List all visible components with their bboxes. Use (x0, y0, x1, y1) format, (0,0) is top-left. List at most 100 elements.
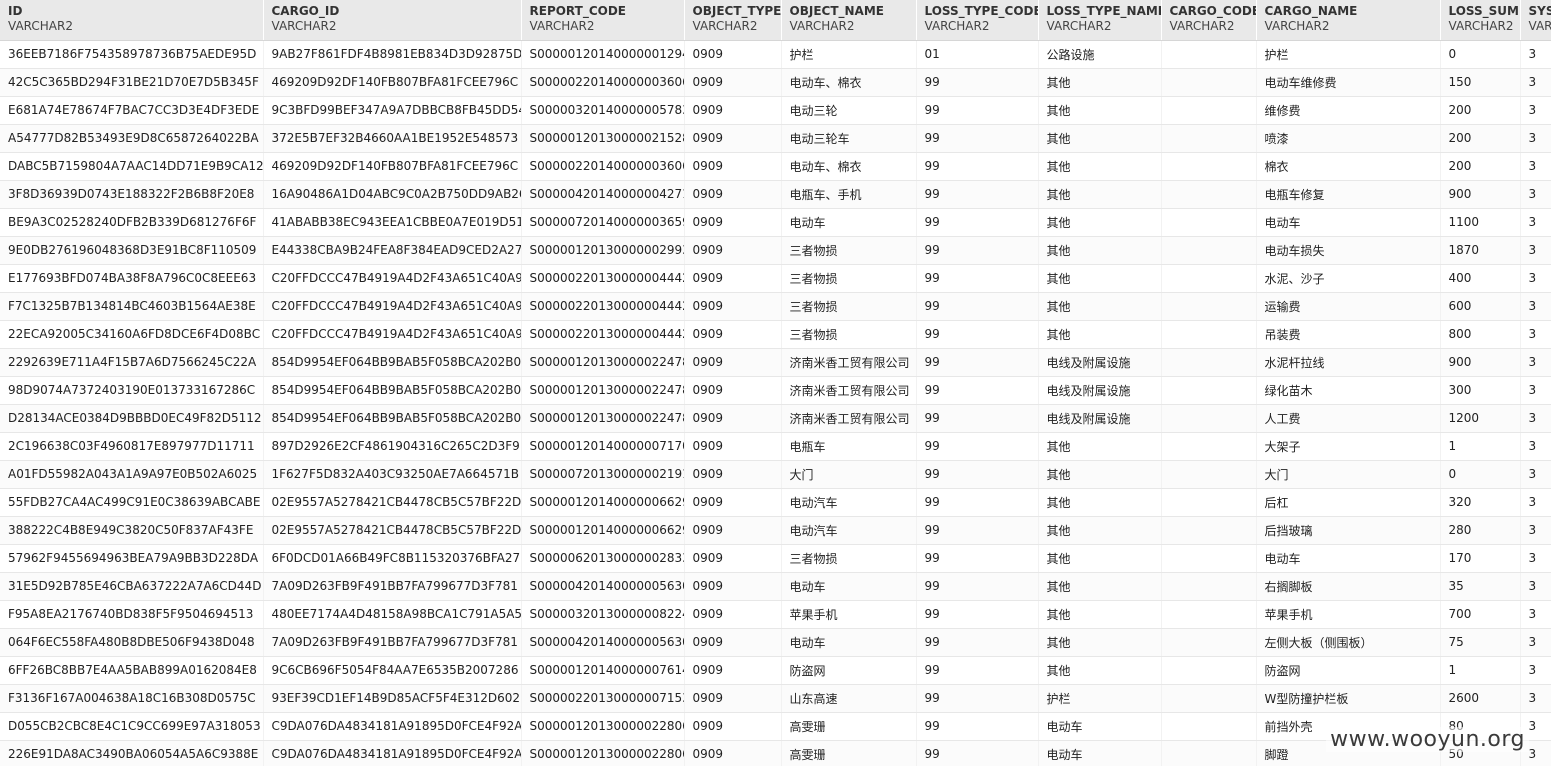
table-cell[interactable]: 854D9954EF064BB9BAB5F058BCA202B0 (263, 404, 522, 433)
table-cell[interactable]: 电动三轮车 (781, 124, 917, 153)
table-cell[interactable]: 其他 (1038, 460, 1162, 489)
table-cell[interactable]: F95A8EA2176740BD838F5F9504694513 (0, 600, 264, 629)
table-cell[interactable]: S00000220140000003606 (521, 152, 685, 181)
table-cell[interactable]: 济南米香工贸有限公司 (781, 376, 917, 405)
table-cell[interactable]: 山东高速 (781, 684, 917, 713)
table-cell[interactable]: 0909 (684, 460, 782, 489)
table-cell[interactable]: S00000120140000006629 (521, 516, 685, 545)
table-cell[interactable]: 电动车 (781, 572, 917, 601)
table-cell[interactable]: 三者物损 (781, 320, 917, 349)
table-cell[interactable]: S00000320130000008224 (521, 600, 685, 629)
table-cell[interactable] (1161, 712, 1257, 741)
table-cell[interactable]: 3 (1520, 124, 1551, 153)
table-cell[interactable]: 3 (1520, 68, 1551, 97)
table-cell[interactable]: S00000220130000004442 (521, 320, 685, 349)
table-cell[interactable]: 绿化苗木 (1256, 376, 1441, 405)
table-cell[interactable]: S00000120130000002993 (521, 236, 685, 265)
table-cell[interactable]: 0909 (684, 628, 782, 657)
table-cell[interactable]: 3 (1520, 264, 1551, 293)
table-cell[interactable] (1161, 348, 1257, 377)
table-cell[interactable]: 200 (1440, 124, 1521, 153)
table-cell[interactable]: 电瓶车修复 (1256, 180, 1441, 209)
table-cell[interactable]: 9E0DB276196048368D3E91BC8F110509 (0, 236, 264, 265)
table-cell[interactable]: 854D9954EF064BB9BAB5F058BCA202B0 (263, 376, 522, 405)
table-cell[interactable]: C9DA076DA4834181A91895D0FCE4F92A (263, 712, 522, 741)
table-cell[interactable]: 2600 (1440, 684, 1521, 713)
table-cell[interactable] (1161, 656, 1257, 685)
table-cell[interactable]: 3 (1520, 600, 1551, 629)
table-cell[interactable]: S00000320140000005783 (521, 96, 685, 125)
table-cell[interactable]: 其他 (1038, 96, 1162, 125)
table-cell[interactable]: 99 (916, 404, 1039, 433)
table-cell[interactable]: 0909 (684, 264, 782, 293)
column-header[interactable]: LOSS_TYPE_NAME VARCHAR2 (1038, 0, 1162, 41)
table-cell[interactable]: 防盗网 (1256, 656, 1441, 685)
table-cell[interactable]: BE9A3C02528240DFB2B339D681276F6F (0, 208, 264, 237)
table-cell[interactable]: S00000120130000022478 (521, 376, 685, 405)
table-cell[interactable]: 99 (916, 684, 1039, 713)
table-cell[interactable]: 9C6CB696F5054F84AA7E6535B2007286 (263, 656, 522, 685)
table-cell[interactable]: 右搁脚板 (1256, 572, 1441, 601)
table-cell[interactable]: 0909 (684, 40, 782, 69)
table-cell[interactable]: S00000120130000022806 (521, 740, 685, 766)
table-cell[interactable]: 其他 (1038, 208, 1162, 237)
table-cell[interactable]: 0909 (684, 544, 782, 573)
table-cell[interactable]: C9DA076DA4834181A91895D0FCE4F92A (263, 740, 522, 766)
table-cell[interactable]: 其他 (1038, 124, 1162, 153)
table-cell[interactable]: 其他 (1038, 628, 1162, 657)
table-cell[interactable]: 9AB27F861FDF4B8981EB834D3D92875D (263, 40, 522, 69)
table-cell[interactable]: 480EE7174A4D48158A98BCA1C791A5A5 (263, 600, 522, 629)
table-cell[interactable]: 35 (1440, 572, 1521, 601)
table-cell[interactable] (1161, 152, 1257, 181)
table-cell[interactable]: S00000620130000002833 (521, 544, 685, 573)
table-cell[interactable]: S00000420140000005630 (521, 628, 685, 657)
table-cell[interactable]: 3 (1520, 96, 1551, 125)
table-cell[interactable] (1161, 516, 1257, 545)
table-cell[interactable]: S00000120140000007170 (521, 432, 685, 461)
table-cell[interactable]: 99 (916, 628, 1039, 657)
table-cell[interactable]: S00000220130000007153 (521, 684, 685, 713)
table-cell[interactable]: S00000120140000001294 (521, 40, 685, 69)
table-cell[interactable]: 0 (1440, 40, 1521, 69)
table-cell[interactable]: 200 (1440, 96, 1521, 125)
table-cell[interactable]: 电动车、棉衣 (781, 68, 917, 97)
table-row[interactable]: 55FDB27CA4AC499C91E0C38639ABCABE 02E9557A… (0, 488, 1551, 517)
table-cell[interactable]: 电线及附属设施 (1038, 376, 1162, 405)
table-cell[interactable] (1161, 208, 1257, 237)
table-cell[interactable] (1161, 264, 1257, 293)
table-cell[interactable]: 其他 (1038, 152, 1162, 181)
table-cell[interactable]: 75 (1440, 628, 1521, 657)
column-header[interactable]: LOSS_TYPE_CODE VARCHAR2 (916, 0, 1039, 41)
table-cell[interactable]: W型防撞护栏板 (1256, 684, 1441, 713)
table-cell[interactable]: 后挡玻璃 (1256, 516, 1441, 545)
table-cell[interactable]: E681A74E78674F7BAC7CC3D3E4DF3EDE (0, 96, 264, 125)
table-cell[interactable]: 3 (1520, 292, 1551, 321)
table-row[interactable]: 42C5C365BD294F31BE21D70E7D5B345F 469209D9… (0, 68, 1551, 97)
table-cell[interactable]: 高雯珊 (781, 740, 917, 766)
table-cell[interactable]: 99 (916, 264, 1039, 293)
table-cell[interactable]: 9C3BFD99BEF347A9A7DBBCB8FB45DD54 (263, 96, 522, 125)
table-row[interactable]: F7C1325B7B134814BC4603B1564AE38E C20FFDCC… (0, 292, 1551, 321)
table-cell[interactable]: S00000120130000022478 (521, 404, 685, 433)
table-cell[interactable]: 0909 (684, 572, 782, 601)
table-cell[interactable]: 1200 (1440, 404, 1521, 433)
table-cell[interactable]: 99 (916, 348, 1039, 377)
table-cell[interactable]: 1 (1440, 432, 1521, 461)
table-cell[interactable]: 99 (916, 432, 1039, 461)
table-row[interactable]: 9E0DB276196048368D3E91BC8F110509 E44338CB… (0, 236, 1551, 265)
table-cell[interactable]: 电瓶车、手机 (781, 180, 917, 209)
table-cell[interactable]: 2292639E711A4F15B7A6D7566245C22A (0, 348, 264, 377)
table-cell[interactable]: 99 (916, 544, 1039, 573)
table-row[interactable]: 064F6EC558FA480B8DBE506F9438D048 7A09D263… (0, 628, 1551, 657)
table-cell[interactable]: 其他 (1038, 600, 1162, 629)
table-cell[interactable] (1161, 292, 1257, 321)
table-cell[interactable]: 电动车 (1038, 740, 1162, 766)
table-cell[interactable] (1161, 740, 1257, 766)
table-cell[interactable]: 0909 (684, 236, 782, 265)
table-row[interactable]: F3136F167A004638A18C16B308D0575C 93EF39CD… (0, 684, 1551, 713)
table-cell[interactable]: 其他 (1038, 432, 1162, 461)
table-cell[interactable]: 其他 (1038, 320, 1162, 349)
table-cell[interactable]: 99 (916, 124, 1039, 153)
table-cell[interactable]: 高雯珊 (781, 712, 917, 741)
table-cell[interactable]: 469209D92DF140FB807BFA81FCEE796C (263, 68, 522, 97)
